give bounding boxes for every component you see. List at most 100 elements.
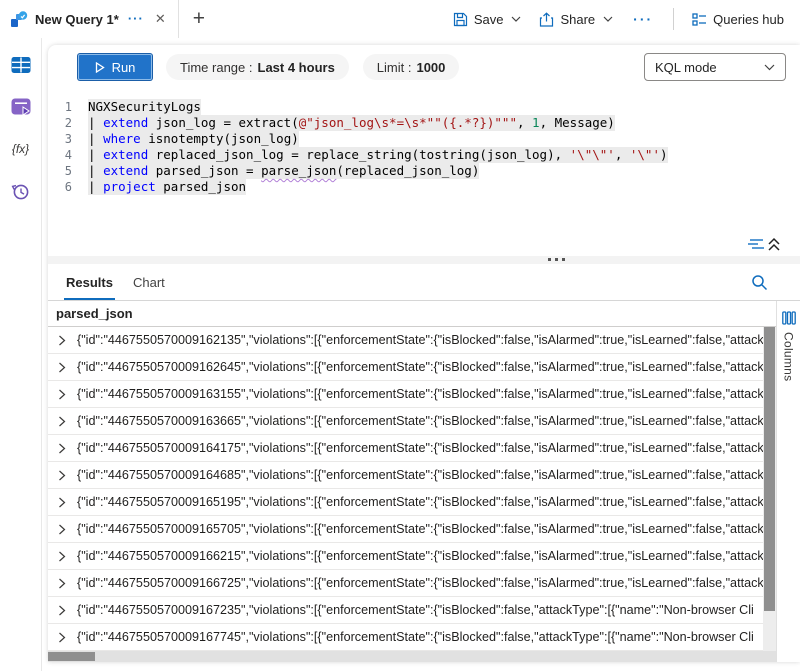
run-button[interactable]: Run [78,54,152,80]
columns-panel-toggle[interactable]: Columns [776,301,800,662]
queries-hub-icon [692,12,707,27]
tab-chart[interactable]: Chart [123,264,175,300]
columns-icon [782,311,796,325]
save-icon [453,12,468,27]
save-chevron-down-icon[interactable] [511,16,521,22]
table-row[interactable]: {"id":"4467550570009164175","violations"… [48,435,776,462]
code-line[interactable]: 4 | extend replaced_json_log = replace_st… [48,147,800,163]
row-json-cell: {"id":"4467550570009162135","violations"… [77,333,770,347]
table-row[interactable]: {"id":"4467550570009162135","violations"… [48,327,776,354]
table-row[interactable]: {"id":"4467550570009166215","violations"… [48,543,776,570]
line-number: 2 [48,115,72,131]
row-expand-chevron-icon[interactable] [57,632,67,643]
row-expand-chevron-icon[interactable] [57,389,67,400]
tab-title: New Query 1* [35,12,119,27]
tab-close-icon[interactable]: ✕ [153,11,168,27]
table-row[interactable]: {"id":"4467550570009162645","violations"… [48,354,776,381]
code-text: | extend replaced_json_log = replace_str… [88,147,668,163]
sidebar-item-functions[interactable]: {fx} [10,138,32,160]
row-expand-chevron-icon[interactable] [57,470,67,481]
row-json-cell: {"id":"4467550570009167745","violations"… [77,630,770,644]
row-json-cell: {"id":"4467550570009166725","violations"… [77,576,770,590]
share-label: Share [560,12,595,27]
kql-mode-value: KQL mode [655,60,717,75]
tab-results[interactable]: Results [56,264,123,300]
line-number: 1 [48,99,72,115]
queryset-icon [11,98,31,117]
query-toolbar: Run Time range : Last 4 hours Limit : 10… [48,45,800,89]
line-number: 4 [48,147,72,163]
horizontal-scrollbar-thumb[interactable] [48,652,95,661]
tab-bar: New Query 1* ··· ✕ + Save [0,0,800,38]
splitter-grip-icon [548,258,565,261]
new-tab-icon[interactable]: + [193,9,205,29]
table-row[interactable]: {"id":"4467550570009164685","violations"… [48,462,776,489]
line-number: 3 [48,131,72,147]
row-json-cell: {"id":"4467550570009166215","violations"… [77,549,770,563]
row-expand-chevron-icon[interactable] [57,362,67,373]
vertical-scrollbar-thumb[interactable] [764,327,775,611]
code-line[interactable]: 6| project parsed_json [48,179,800,195]
table-row[interactable]: {"id":"4467550570009163155","violations"… [48,381,776,408]
share-button[interactable]: Share [533,8,619,31]
chevron-down-icon [764,64,775,71]
chart-tab-label: Chart [133,275,165,290]
table-row[interactable]: {"id":"4467550570009166725","violations"… [48,570,776,597]
row-expand-chevron-icon[interactable] [57,578,67,589]
columns-panel-label: Columns [782,332,796,381]
code-line[interactable]: 1NGXSecurityLogs [48,99,800,115]
kql-mode-select[interactable]: KQL mode [644,53,786,81]
time-range-label: Time range : [180,60,253,75]
more-actions-icon[interactable]: ··· [625,11,661,27]
code-line[interactable]: 2| extend json_log = extract(@"json_log\… [48,115,800,131]
column-header-parsed-json: parsed_json [56,306,133,321]
sidebar-item-history[interactable] [10,180,32,202]
double-chevron-up-icon [769,239,779,250]
row-expand-chevron-icon[interactable] [57,605,67,616]
queries-hub-button[interactable]: Queries hub [686,8,790,31]
row-expand-chevron-icon[interactable] [57,416,67,427]
share-chevron-down-icon[interactable] [603,16,613,22]
table-icon [11,56,31,74]
limit-pill[interactable]: Limit : 1000 [363,54,460,80]
limit-label: Limit : [377,60,412,75]
row-json-cell: {"id":"4467550570009163665","violations"… [77,414,770,428]
table-row[interactable]: {"id":"4467550570009167235","violations"… [48,597,776,624]
table-row[interactable]: {"id":"4467550570009165195","violations"… [48,489,776,516]
results-grid: {"id":"4467550570009162135","violations"… [48,327,776,651]
time-range-pill[interactable]: Time range : Last 4 hours [166,54,349,80]
sidebar-item-queryset[interactable] [10,96,32,118]
line-number: 5 [48,163,72,179]
query-tab[interactable]: New Query 1* ··· ✕ [0,0,179,38]
row-expand-chevron-icon[interactable] [57,551,67,562]
time-range-value: Last 4 hours [258,60,335,75]
search-icon[interactable] [751,274,768,291]
code-line[interactable]: 3| where isnotempty(json_log) [48,131,800,147]
vertical-scrollbar[interactable] [763,327,776,651]
kql-editor[interactable]: 1NGXSecurityLogs2| extend json_log = ext… [48,89,800,239]
column-header-row[interactable]: parsed_json [48,301,776,327]
table-row[interactable]: {"id":"4467550570009165705","violations"… [48,516,776,543]
row-expand-chevron-icon[interactable] [57,497,67,508]
function-icon: {fx} [12,142,29,156]
collapse-editor-button[interactable] [748,236,780,252]
history-clock-icon [11,182,30,201]
queries-hub-label: Queries hub [713,12,784,27]
row-expand-chevron-icon[interactable] [57,524,67,535]
panel-splitter[interactable] [48,256,800,264]
row-expand-chevron-icon[interactable] [57,335,67,346]
row-expand-chevron-icon[interactable] [57,443,67,454]
table-row[interactable]: {"id":"4467550570009167745","violations"… [48,624,776,651]
row-json-cell: {"id":"4467550570009164685","violations"… [77,468,770,482]
save-label: Save [474,12,504,27]
save-button[interactable]: Save [447,8,528,31]
row-json-cell: {"id":"4467550570009164175","violations"… [77,441,770,455]
horizontal-scrollbar[interactable] [48,651,776,662]
header-actions: Save Share ··· [447,8,800,31]
table-row[interactable]: {"id":"4467550570009163665","violations"… [48,408,776,435]
sidebar-item-data[interactable] [10,54,32,76]
row-json-cell: {"id":"4467550570009165195","violations"… [77,495,770,509]
tab-more-icon[interactable]: ··· [126,14,146,24]
code-line[interactable]: 5| extend parsed_json = parse_json(repla… [48,163,800,179]
play-icon [95,62,105,73]
